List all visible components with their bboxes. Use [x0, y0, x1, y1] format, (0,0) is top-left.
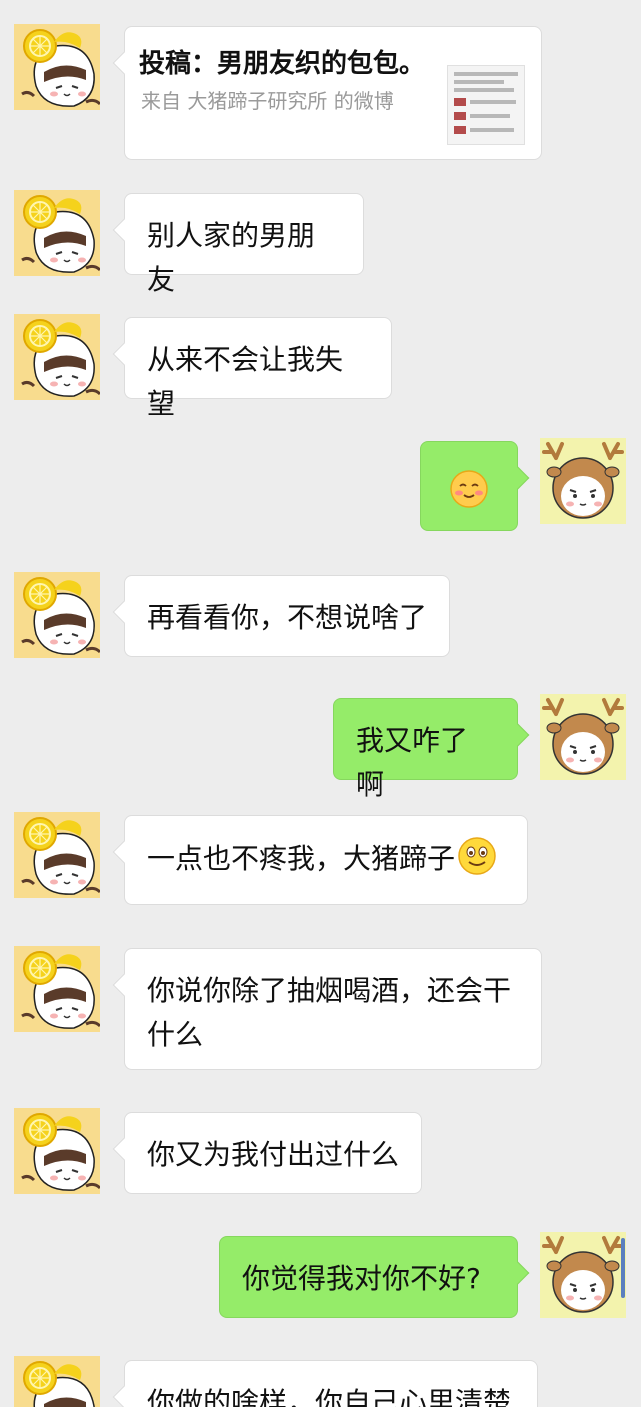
- message-text: 你做的啥样，你自己心里清楚: [147, 1386, 512, 1407]
- message-text: 别人家的男朋友: [147, 219, 316, 296]
- contact-avatar[interactable]: [14, 314, 100, 400]
- message-text: 从来不会让我失望: [147, 343, 344, 420]
- my-avatar[interactable]: [540, 1232, 626, 1318]
- contact-avatar[interactable]: [14, 572, 100, 658]
- contact-avatar[interactable]: [14, 190, 100, 276]
- contact-avatar[interactable]: [14, 24, 100, 110]
- received-message[interactable]: 你说你除了抽烟喝酒，还会干什么: [112, 948, 542, 1070]
- sent-message[interactable]: 我又咋了啊: [333, 698, 530, 801]
- message-text: 你觉得我对你不好?: [242, 1262, 481, 1295]
- message-text: 再看看你，不想说啥了: [147, 601, 428, 634]
- smile-blush-emoji-icon: [450, 470, 488, 508]
- shared-card-source: 来自 大猪蹄子研究所 的微博: [141, 89, 394, 113]
- sent-message[interactable]: [420, 441, 530, 531]
- shared-card-title: 投稿：男朋友织的包包。: [139, 49, 426, 79]
- received-message[interactable]: 再看看你，不想说啥了: [112, 575, 450, 657]
- message-text: 你又为我付出过什么: [147, 1138, 400, 1171]
- scrollbar-thumb[interactable]: [621, 1238, 625, 1298]
- grin-smiley-emoji-icon: [458, 837, 496, 875]
- message-text: 我又咋了啊: [356, 724, 469, 801]
- my-avatar[interactable]: [540, 438, 626, 524]
- shared-card-thumbnail: [447, 65, 525, 145]
- contact-avatar[interactable]: [14, 1356, 100, 1407]
- shared-link-card[interactable]: 投稿：男朋友织的包包。 来自 大猪蹄子研究所 的微博: [112, 26, 542, 160]
- received-message[interactable]: 你做的啥样，你自己心里清楚: [112, 1360, 538, 1407]
- my-avatar[interactable]: [540, 694, 626, 780]
- message-text: 你说你除了抽烟喝酒，还会干什么: [147, 974, 512, 1051]
- received-message[interactable]: 你又为我付出过什么: [112, 1112, 422, 1194]
- contact-avatar[interactable]: [14, 1108, 100, 1194]
- received-message[interactable]: 一点也不疼我，大猪蹄子: [112, 815, 528, 905]
- received-message[interactable]: 从来不会让我失望: [112, 317, 392, 420]
- contact-avatar[interactable]: [14, 946, 100, 1032]
- contact-avatar[interactable]: [14, 812, 100, 898]
- received-message[interactable]: 别人家的男朋友: [112, 193, 364, 296]
- message-text: 一点也不疼我，大猪蹄子: [147, 842, 456, 875]
- sent-message[interactable]: 你觉得我对你不好?: [219, 1236, 530, 1318]
